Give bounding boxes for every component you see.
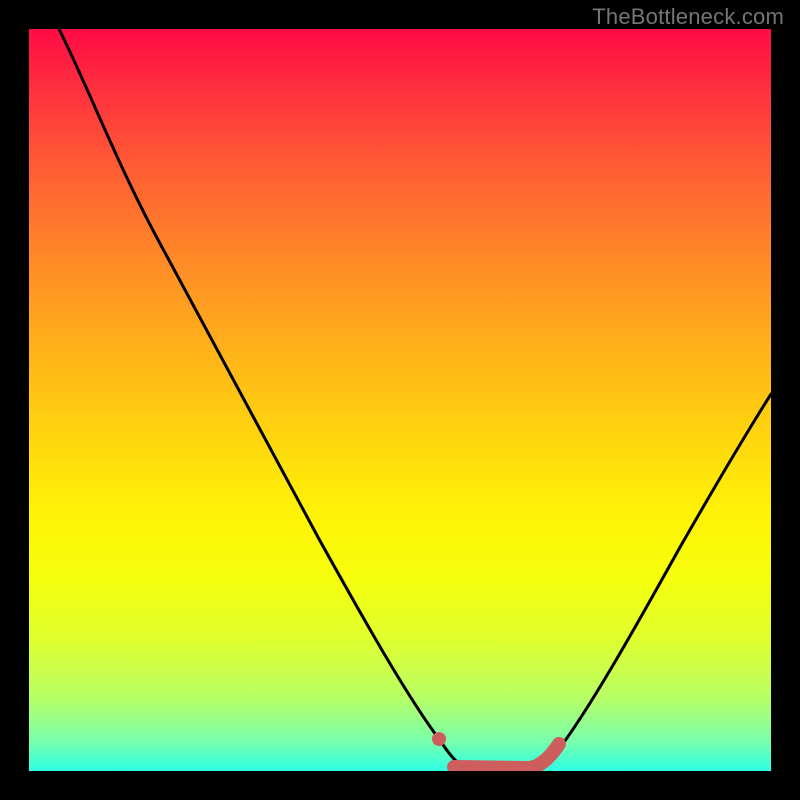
- attribution-label: TheBottleneck.com: [592, 4, 784, 30]
- plot-area: [29, 29, 771, 771]
- chart-frame: TheBottleneck.com: [0, 0, 800, 800]
- highlight-segment: [432, 732, 559, 768]
- bottleneck-curve-path: [59, 29, 771, 771]
- bottleneck-curve-svg: [29, 29, 771, 771]
